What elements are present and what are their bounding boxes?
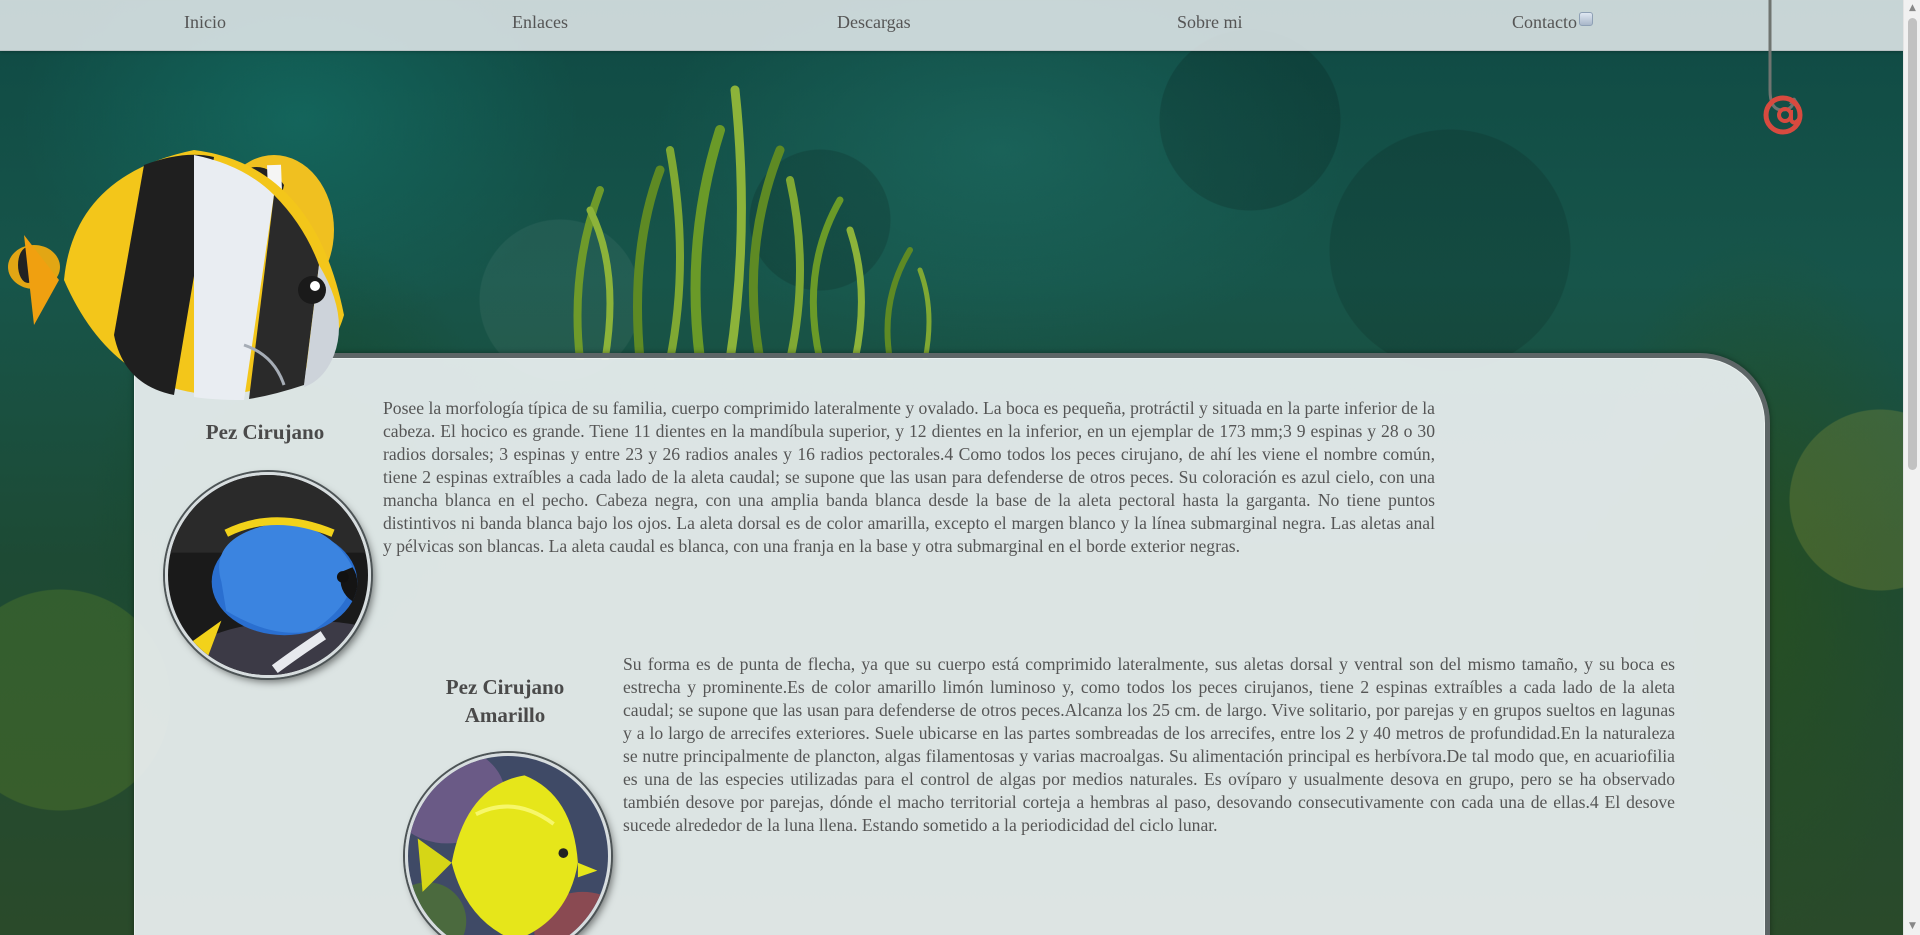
nav-inicio[interactable]: Inicio — [184, 12, 226, 33]
section-title-pez-cirujano: Pez Cirujano — [165, 420, 365, 445]
blue-tang-image — [168, 475, 368, 675]
contact-mini-icon — [1579, 12, 1593, 26]
scroll-down-arrow-icon[interactable]: ▼ — [1904, 918, 1920, 935]
email-hook-icon[interactable] — [1752, 0, 1812, 150]
section-text-pez-cirujano: Posee la morfología típica de su familia… — [383, 398, 1435, 556]
blue-tang-photo — [165, 472, 371, 678]
seaweed-decoration — [573, 85, 932, 360]
section-title-pez-cirujano-amarillo: Pez Cirujano Amarillo — [405, 673, 605, 729]
nav-enlaces[interactable]: Enlaces — [512, 12, 568, 33]
section-title-line: Amarillo — [464, 703, 546, 727]
butterflyfish-logo — [8, 150, 344, 400]
yellow-tang-image — [408, 756, 608, 935]
top-nav: Inicio Enlaces Descargas Sobre mi Contac… — [0, 0, 1903, 51]
section-title-line: Pez Cirujano — [205, 420, 325, 444]
section-text-pez-cirujano-amarillo: Su forma es de punta de flecha, ya que s… — [623, 654, 1675, 835]
nav-descargas[interactable]: Descargas — [837, 12, 911, 33]
page-scrollbar[interactable]: ▲ ▼ — [1903, 0, 1920, 935]
section-title-line: Pez Cirujano — [445, 675, 565, 699]
nav-contacto[interactable]: Contacto — [1512, 12, 1577, 32]
scroll-thumb[interactable] — [1908, 18, 1917, 470]
nav-contacto-wrap[interactable]: Contacto — [1512, 12, 1593, 33]
nav-sobre-mi[interactable]: Sobre mi — [1177, 12, 1243, 33]
scroll-up-arrow-icon[interactable]: ▲ — [1904, 0, 1920, 17]
